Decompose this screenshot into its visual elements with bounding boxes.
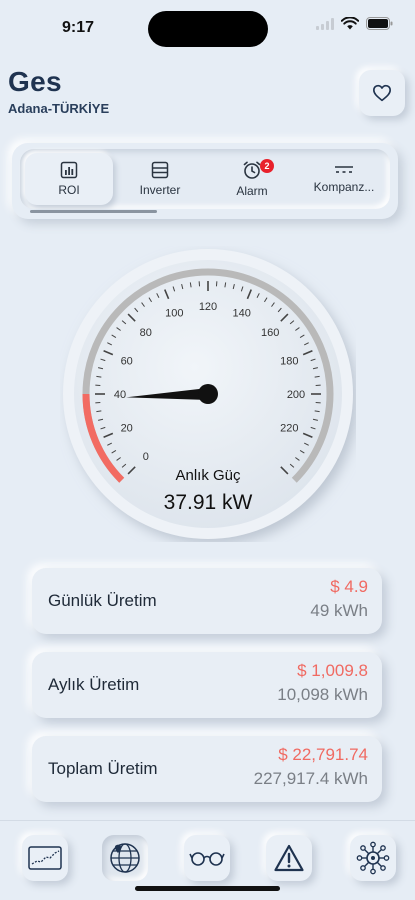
network-gear-icon bbox=[356, 841, 390, 875]
plant-title: Ges bbox=[8, 66, 62, 97]
tab-kompanzasyon[interactable]: Kompanz... bbox=[300, 153, 388, 205]
card-money: $ 22,791.74 bbox=[278, 745, 368, 764]
dynamic-island bbox=[148, 11, 268, 47]
compensation-icon bbox=[335, 166, 353, 173]
favorite-button[interactable] bbox=[359, 70, 405, 116]
gauge-tick-label: 180 bbox=[280, 355, 298, 367]
glasses-icon bbox=[189, 852, 225, 866]
home-indicator bbox=[135, 886, 280, 891]
gauge-tick-label: 220 bbox=[280, 423, 298, 435]
card-title: Aylık Üretim bbox=[48, 675, 140, 694]
status-bar: 9:17 bbox=[0, 0, 415, 56]
total-production-card[interactable]: Toplam Üretim $ 22,791.74 227,917.4 kWh bbox=[32, 736, 382, 802]
gauge-tick-label: 160 bbox=[261, 327, 279, 339]
tab-bar: ROI Inverter 2 Alarm Kompanz... bbox=[12, 143, 398, 219]
nav-devices-button[interactable] bbox=[350, 835, 396, 881]
gauge-tick-label: 40 bbox=[114, 389, 126, 401]
gauge-tick-label: 140 bbox=[232, 308, 250, 320]
gauge-hub bbox=[198, 384, 218, 404]
tab-label: ROI bbox=[58, 183, 80, 197]
card-money: $ 4.9 bbox=[330, 577, 368, 596]
card-energy: 227,917.4 kWh bbox=[253, 769, 368, 788]
inverter-icon bbox=[151, 161, 169, 179]
gauge-tick-label: 20 bbox=[121, 423, 133, 435]
status-time: 9:17 bbox=[62, 19, 95, 36]
card-title: Toplam Üretim bbox=[48, 759, 158, 778]
plant-location: Adana-TÜRKİYE bbox=[8, 101, 110, 116]
gauge-label: Anlık Güç bbox=[175, 467, 241, 484]
line-chart-icon bbox=[28, 846, 62, 870]
signal-icon bbox=[316, 17, 334, 30]
tab-roi[interactable]: ROI bbox=[25, 153, 113, 205]
gauge-tick-label: 100 bbox=[165, 308, 183, 320]
nav-alerts-button[interactable] bbox=[266, 835, 312, 881]
gauge-tick-label: 120 bbox=[199, 301, 217, 313]
nav-monitor-button[interactable] bbox=[184, 835, 230, 881]
tab-label: Alarm bbox=[236, 184, 268, 198]
card-money: $ 1,009.8 bbox=[297, 661, 368, 680]
warning-icon bbox=[274, 844, 304, 872]
tab-scroll-indicator bbox=[30, 210, 157, 213]
tab-bar-track: ROI Inverter 2 Alarm Kompanz... bbox=[20, 149, 390, 209]
nav-analytics-button[interactable] bbox=[22, 835, 68, 881]
tab-alarm[interactable]: 2 Alarm bbox=[208, 153, 296, 205]
daily-production-card[interactable]: Günlük Üretim $ 4.9 49 kWh bbox=[32, 568, 382, 634]
gauge-svg: 0 20 40 60 80 100 120 140 160 180 200 220 Anlık Güç… bbox=[63, 249, 353, 539]
alarm-clock-icon bbox=[243, 161, 261, 179]
battery-icon bbox=[366, 17, 393, 30]
wifi-icon bbox=[341, 17, 359, 30]
chart-icon bbox=[60, 161, 78, 179]
power-gauge: 0 20 40 60 80 100 120 140 160 180 200 220 Anlık Güç… bbox=[60, 246, 356, 542]
gauge-tick-label: 200 bbox=[287, 389, 305, 401]
heart-icon bbox=[373, 84, 391, 102]
card-title: Günlük Üretim bbox=[48, 591, 157, 610]
card-energy: 10,098 kWh bbox=[277, 685, 368, 704]
card-energy: 49 kWh bbox=[310, 601, 368, 620]
header: Ges Adana-TÜRKİYE bbox=[8, 66, 109, 116]
tab-label: Inverter bbox=[139, 183, 181, 197]
status-icons bbox=[316, 17, 393, 30]
alarm-count-badge: 2 bbox=[260, 159, 274, 173]
nav-map-button[interactable] bbox=[102, 835, 148, 881]
gauge-tick-label: 80 bbox=[140, 327, 152, 339]
gauge-value: 37.91 kW bbox=[164, 491, 253, 514]
globe-icon bbox=[110, 843, 140, 873]
tab-label: Kompanz... bbox=[313, 180, 375, 194]
gauge-tick-label: 0 bbox=[143, 451, 149, 463]
monthly-production-card[interactable]: Aylık Üretim $ 1,009.8 10,098 kWh bbox=[32, 652, 382, 718]
tab-inverter[interactable]: Inverter bbox=[116, 153, 204, 205]
gauge-tick-label: 60 bbox=[121, 355, 133, 367]
